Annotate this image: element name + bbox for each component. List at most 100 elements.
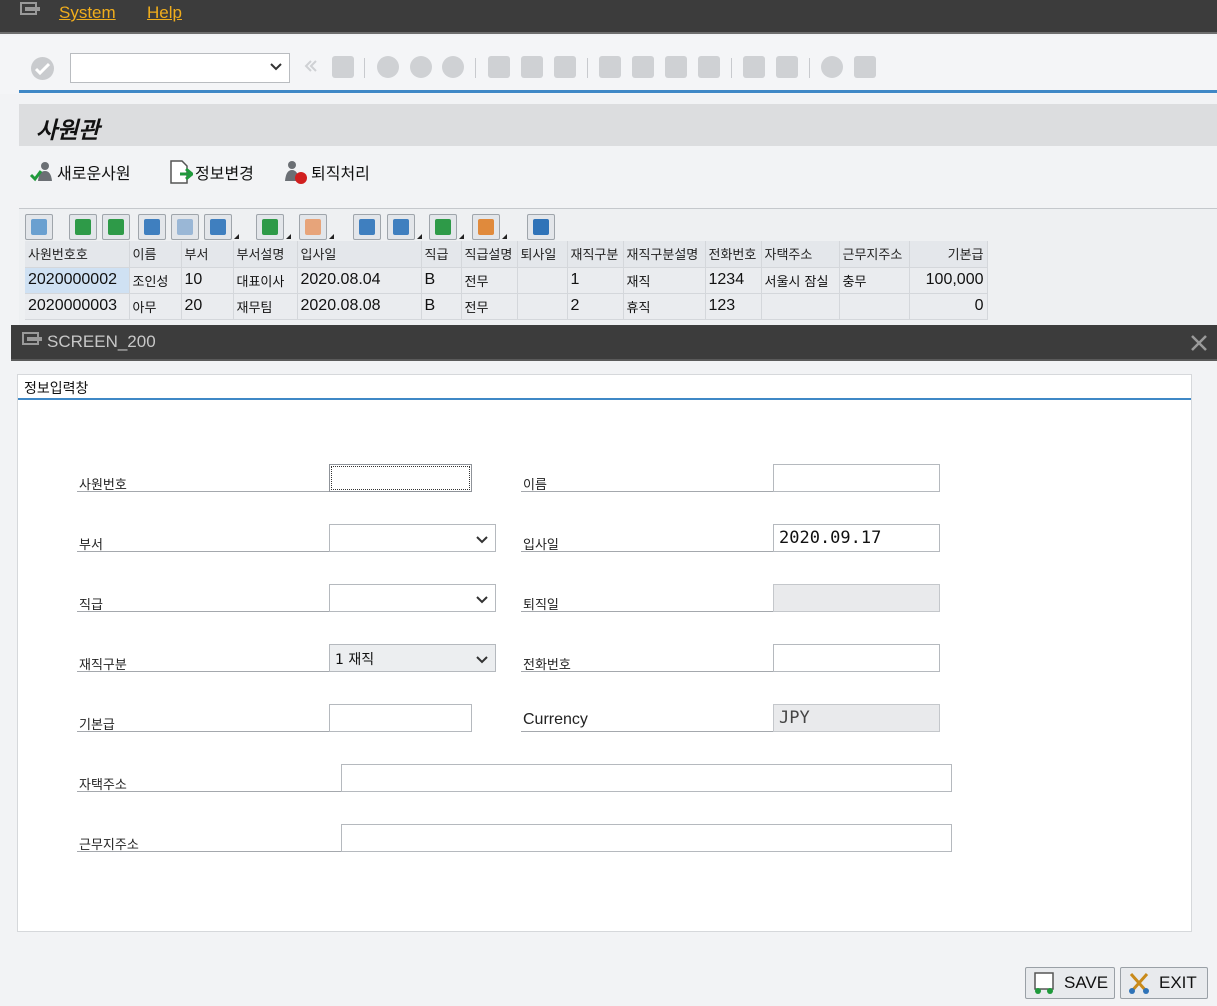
column-header[interactable]: 직급설명 (461, 241, 518, 268)
column-header[interactable]: 사원번호호 (25, 241, 130, 268)
system-menu-icon[interactable] (20, 2, 42, 18)
cell-salary[interactable]: 100,000 (909, 267, 988, 294)
cell-rank-desc[interactable]: 전무 (461, 293, 518, 320)
chevron-down-icon[interactable] (475, 593, 489, 609)
total-icon[interactable] (256, 214, 291, 240)
menu-help[interactable]: Help (147, 3, 182, 23)
command-input[interactable] (71, 54, 251, 80)
double-left-arrow-icon[interactable] (300, 55, 324, 79)
chevron-down-icon[interactable] (475, 533, 489, 549)
find-next-icon[interactable] (553, 55, 577, 79)
emp-no-input[interactable] (329, 464, 472, 492)
cell-hire-date[interactable]: 2020.08.04 (297, 267, 422, 294)
cell-status[interactable]: 1 (567, 267, 624, 294)
chevron-down-icon[interactable] (269, 61, 283, 77)
export-icon[interactable] (429, 214, 464, 240)
home-address-input[interactable] (341, 764, 952, 792)
cell-home-addr[interactable] (761, 293, 840, 320)
column-header[interactable]: 퇴사일 (517, 241, 568, 268)
status-select[interactable]: 1 재직 (329, 644, 496, 672)
back-icon[interactable] (376, 55, 400, 79)
find-next-icon[interactable] (171, 214, 199, 240)
column-header[interactable]: 근무지주소 (839, 241, 910, 268)
cell-home-addr[interactable]: 서울시 잠실 (761, 267, 840, 294)
sort-descending-icon[interactable] (102, 214, 130, 240)
help-icon[interactable] (820, 55, 844, 79)
create-session-icon[interactable] (742, 55, 766, 79)
chevron-down-icon[interactable] (475, 653, 489, 669)
save-button[interactable]: SAVE (1025, 967, 1115, 999)
first-page-icon[interactable] (598, 55, 622, 79)
cell-dept-desc[interactable]: 재무팀 (233, 293, 298, 320)
cell-rank[interactable]: B (421, 267, 462, 294)
hire-date-input[interactable]: 2020.09.17 (773, 524, 940, 552)
close-icon[interactable] (1189, 333, 1209, 353)
change-info-button[interactable]: 정보변경 (167, 158, 254, 186)
column-header[interactable]: 재직구분설명 (623, 241, 706, 268)
cell-emp-no[interactable]: 2020000002 (25, 267, 130, 294)
command-field[interactable] (70, 53, 290, 83)
column-header[interactable]: 자택주소 (761, 241, 840, 268)
cell-dept-desc[interactable]: 대표이사 (233, 267, 298, 294)
filter-icon[interactable] (204, 214, 239, 240)
cell-rank-desc[interactable]: 전무 (461, 267, 518, 294)
cell-name[interactable]: 아무 (129, 293, 182, 320)
retire-button[interactable]: 퇴직처리 (283, 158, 370, 186)
rank-select[interactable] (329, 584, 496, 612)
info-icon[interactable] (527, 214, 555, 240)
cell-work-addr[interactable] (839, 293, 910, 320)
dialog-menu-icon[interactable] (22, 332, 44, 352)
column-header[interactable]: 직급 (421, 241, 462, 268)
print-icon[interactable] (487, 55, 511, 79)
cell-status[interactable]: 2 (567, 293, 624, 320)
cell-emp-no[interactable]: 2020000003 (25, 293, 130, 320)
sort-ascending-icon[interactable] (69, 214, 97, 240)
cell-phone[interactable]: 1234 (705, 267, 762, 294)
dept-select[interactable] (329, 524, 496, 552)
shortcut-icon[interactable] (775, 55, 799, 79)
exit-button[interactable]: EXIT (1120, 967, 1208, 999)
name-input[interactable] (773, 464, 940, 492)
cell-work-addr[interactable]: 충무 (839, 267, 910, 294)
column-header[interactable]: 전화번호 (705, 241, 762, 268)
cell-dept[interactable]: 10 (181, 267, 234, 294)
phone-input[interactable] (773, 644, 940, 672)
find-icon[interactable] (520, 55, 544, 79)
column-header[interactable]: 부서 (181, 241, 234, 268)
column-header[interactable]: 이름 (129, 241, 182, 268)
enter-check-icon[interactable] (31, 57, 54, 80)
print-icon[interactable] (353, 214, 381, 240)
cell-status-desc[interactable]: 휴직 (623, 293, 706, 320)
column-header[interactable]: 입사일 (297, 241, 422, 268)
exit-icon[interactable] (409, 55, 433, 79)
work-address-input[interactable] (341, 824, 952, 852)
next-page-icon[interactable] (664, 55, 688, 79)
views-icon[interactable] (387, 214, 422, 240)
subtotal-icon[interactable] (299, 214, 334, 240)
cell-name[interactable]: 조인성 (129, 267, 182, 294)
layout-menu-icon[interactable] (853, 55, 877, 79)
new-employee-button[interactable]: 새로운사원 (29, 158, 131, 186)
cell-phone[interactable]: 123 (705, 293, 762, 320)
cancel-icon[interactable] (441, 55, 465, 79)
column-header[interactable]: 재직구분 (567, 241, 624, 268)
cell-retire-date[interactable] (517, 293, 568, 320)
cell-status-desc[interactable]: 재직 (623, 267, 706, 294)
cell-rank[interactable]: B (421, 293, 462, 320)
table-row[interactable]: 2020000003 아무 20 재무팀 2020.08.08 B 전무 2 휴… (25, 293, 988, 320)
layout-icon[interactable] (472, 214, 507, 240)
cell-hire-date[interactable]: 2020.08.08 (297, 293, 422, 320)
save-icon[interactable] (331, 55, 355, 79)
cell-retire-date[interactable] (517, 267, 568, 294)
menu-system[interactable]: System (59, 3, 116, 23)
last-page-icon[interactable] (697, 55, 721, 79)
column-header[interactable]: 부서설명 (233, 241, 298, 268)
column-header[interactable]: 기본급 (909, 241, 988, 268)
find-icon[interactable] (138, 214, 166, 240)
table-row[interactable]: 2020000002 조인성 10 대표이사 2020.08.04 B 전무 1… (25, 267, 988, 294)
cell-salary[interactable]: 0 (909, 293, 988, 320)
salary-input[interactable] (329, 704, 472, 732)
details-icon[interactable] (25, 214, 53, 240)
previous-page-icon[interactable] (631, 55, 655, 79)
cell-dept[interactable]: 20 (181, 293, 234, 320)
